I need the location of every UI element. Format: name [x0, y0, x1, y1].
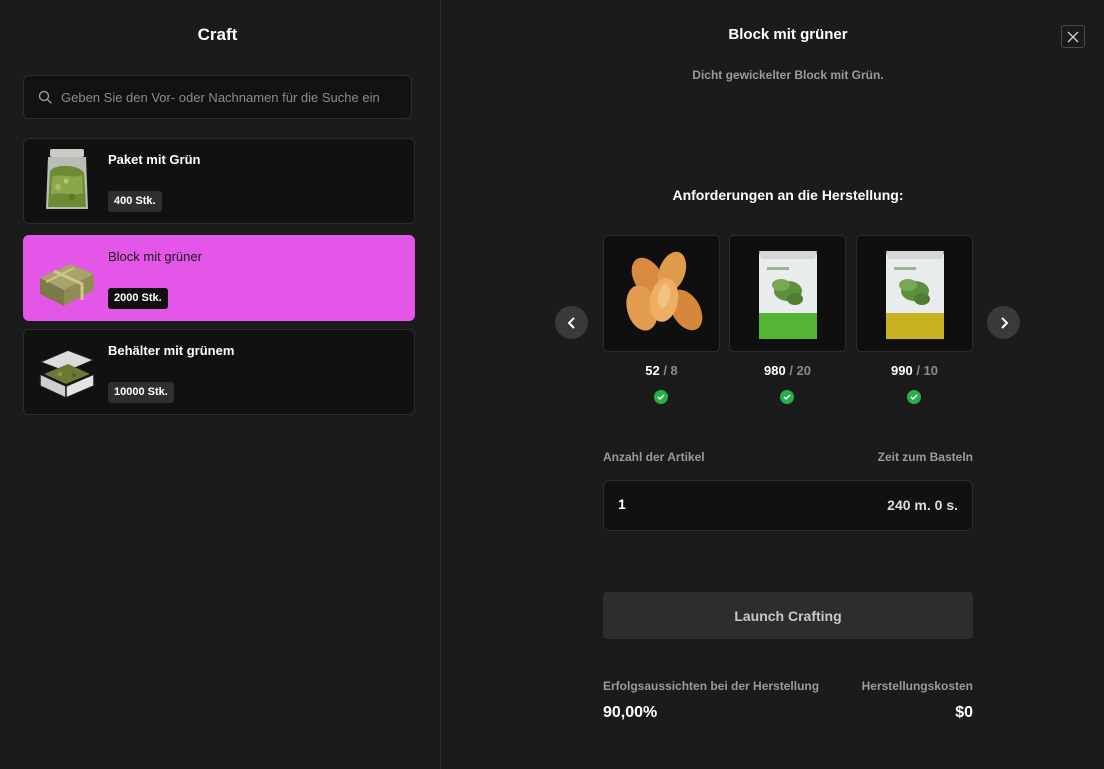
next-requirements-button[interactable] [987, 306, 1020, 339]
item-name: Block mit grüner [108, 249, 202, 264]
requirement-have: 980 [763, 363, 786, 378]
requirements-title: Anforderungen an die Herstellung: [672, 187, 904, 203]
check-icon [780, 390, 794, 404]
craft-list-panel: Craft Paket mit Grün 400 Stk. B [0, 0, 441, 769]
requirement-count: 990 / 10 [856, 363, 973, 378]
requirement-count: 52 / 8 [603, 363, 720, 378]
search-bar[interactable] [23, 75, 412, 119]
requirement-count: 980 / 20 [729, 363, 846, 378]
craft-time-value: 240 m. 0 s. [887, 497, 958, 513]
craft-item-behaelter[interactable]: Behälter mit grünem 10000 Stk. [23, 329, 415, 415]
success-chance-label: Erfolgsaussichten bei der Herstellung [603, 679, 820, 693]
almonds-icon [625, 251, 702, 331]
detail-title: Block mit grüner [728, 26, 848, 43]
search-input[interactable] [61, 89, 401, 105]
open-case-icon [38, 349, 96, 400]
item-quantity-badge: 2000 Stk. [108, 288, 168, 309]
wrapped-block-icon [40, 264, 94, 306]
previous-requirements-button[interactable] [555, 306, 588, 339]
detail-subtitle: Dicht gewickelter Block mit Grün. [692, 68, 884, 82]
success-chance-value: 90,00% [603, 704, 658, 721]
requirement-need: / 10 [916, 363, 938, 378]
chevron-right-icon [1000, 316, 1008, 329]
craft-time-label: Zeit zum Basteln [877, 450, 973, 464]
panel-title: Craft [197, 25, 238, 44]
requirement-need: / 8 [663, 363, 678, 378]
search-icon [38, 90, 52, 104]
green-bag-icon [46, 149, 88, 209]
crafting-cost-label: Herstellungskosten [861, 679, 973, 693]
green-seed-pack-icon [758, 250, 817, 339]
crafting-cost-value: $0 [955, 704, 973, 721]
amount-input[interactable] [618, 496, 718, 512]
craft-detail-panel: Block mit grüner Dicht gewickelter Block… [442, 0, 1104, 769]
amount-label: Anzahl der Artikel [603, 450, 705, 464]
item-quantity-badge: 400 Stk. [108, 191, 162, 212]
requirement-need: / 20 [789, 363, 811, 378]
launch-crafting-button[interactable]: Launch Crafting [603, 592, 973, 639]
amount-field[interactable]: 240 m. 0 s. [603, 480, 973, 531]
item-name: Behälter mit grünem [108, 343, 235, 358]
item-quantity-badge: 10000 Stk. [108, 382, 174, 403]
requirement-card-almonds [603, 235, 720, 352]
craft-item-block[interactable]: Block mit grüner 2000 Stk. [23, 235, 415, 321]
requirement-card-green-pack [729, 235, 846, 352]
item-name: Paket mit Grün [108, 152, 201, 167]
check-icon [907, 390, 921, 404]
chevron-left-icon [567, 316, 575, 329]
craft-item-paket[interactable]: Paket mit Grün 400 Stk. [23, 138, 415, 224]
requirement-have: 990 [890, 363, 913, 378]
yellow-seed-pack-icon [885, 250, 944, 339]
requirement-card-yellow-pack [856, 235, 973, 352]
check-icon [654, 390, 668, 404]
requirement-have: 52 [645, 363, 660, 378]
